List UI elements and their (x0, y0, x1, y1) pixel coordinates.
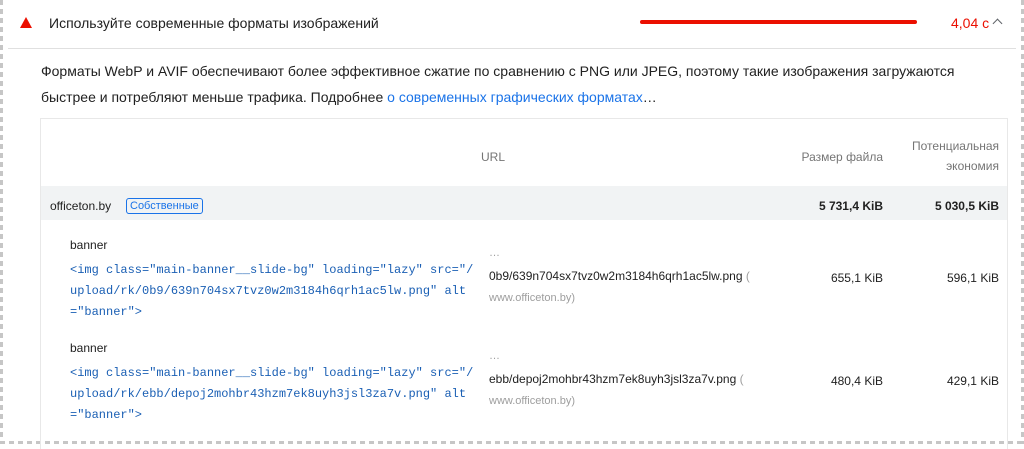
group-size: 5 731,4 KiB (818, 199, 883, 213)
audit-title: Используйте современные форматы изображе… (49, 15, 379, 31)
dashed-border-left (0, 0, 3, 444)
entity-badge: Собственные (126, 198, 203, 214)
group-savings: 5 030,5 KiB (934, 199, 999, 213)
entity-name: officeton.by (50, 199, 112, 213)
url-host: www.officeton.by) (489, 292, 576, 304)
url-ellipsis: … (489, 247, 500, 259)
column-header-savings-line1: Потенциальная (912, 139, 999, 153)
node-snippet[interactable]: <img class="main-banner__slide-bg" loadi… (70, 363, 480, 426)
item-size: 480,4 KiB (830, 374, 883, 388)
url-paren: ( (739, 372, 744, 386)
item-savings: 596,1 KiB (946, 271, 999, 285)
description-suffix: … (642, 89, 657, 105)
node-label: banner (70, 238, 108, 252)
url-paren: ( (745, 269, 750, 283)
savings-bar (640, 20, 917, 24)
table-row: banner <img class="main-banner__slide-bg… (41, 238, 1007, 336)
entity-group-row: officeton.by Собственные 5 731,4 KiB 5 0… (41, 186, 1007, 220)
learn-more-link[interactable]: о современных графических форматах (387, 89, 643, 105)
table-row: banner <img class="main-banner__slide-bg… (41, 341, 1007, 439)
url-link[interactable]: ebb/depoj2mohbr43hzm7ek8uyh3jsl3za7v.png… (489, 372, 744, 386)
audit-header[interactable]: Используйте современные форматы изображе… (8, 0, 1016, 49)
url-link[interactable]: 0b9/639n704sx7tvz0w2m3184h6qrh1ac5lw.png… (489, 269, 750, 283)
url-ellipsis: … (489, 350, 500, 362)
item-size: 655,1 KiB (830, 271, 883, 285)
item-savings: 429,1 KiB (946, 374, 999, 388)
column-header-savings: Потенциальная экономия (889, 136, 999, 176)
audit-description: Форматы WebP и AVIF обеспечивают более э… (41, 58, 991, 110)
warning-triangle-icon (20, 17, 32, 28)
url-path-text: ebb/depoj2mohbr43hzm7ek8uyh3jsl3za7v.png (489, 372, 737, 386)
column-header-size: Размер файла (801, 150, 883, 164)
node-label: banner (70, 341, 108, 355)
url-host: www.officeton.by) (489, 395, 576, 407)
audit-panel: Используйте современные форматы изображе… (8, 0, 1016, 449)
column-header-url: URL (481, 150, 506, 164)
url-path-text: 0b9/639n704sx7tvz0w2m3184h6qrh1ac5lw.png (489, 269, 743, 283)
node-snippet[interactable]: <img class="main-banner__slide-bg" loadi… (70, 260, 480, 323)
chevron-up-icon[interactable] (992, 18, 1003, 29)
details-table: URL Размер файла Потенциальная экономия … (40, 118, 1008, 449)
audit-time: 4,04 с (951, 15, 990, 31)
column-header-savings-line2: экономия (946, 159, 999, 173)
